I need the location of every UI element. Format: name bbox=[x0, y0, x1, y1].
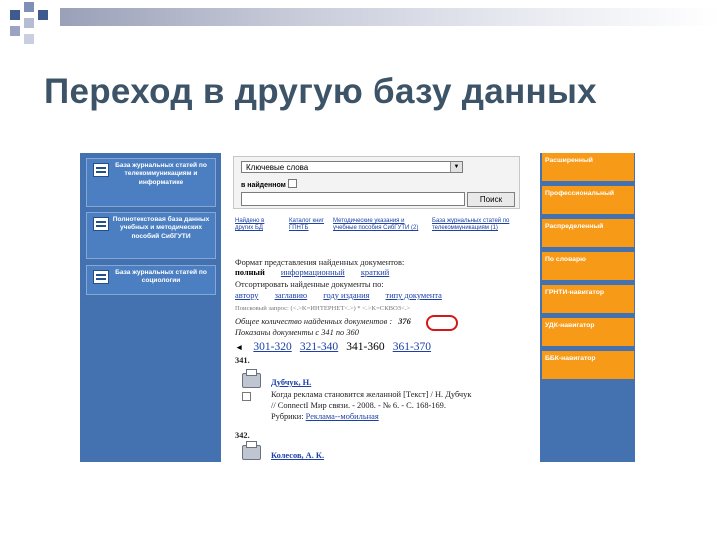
total-label: Общее количество найденных документов : bbox=[235, 317, 393, 326]
format-options: полный информационный краткий bbox=[235, 268, 389, 277]
mode-distributed-button[interactable]: Распределенный bbox=[542, 219, 634, 247]
link-found-in-other-db[interactable]: Найдено в других БД bbox=[235, 218, 279, 232]
printer-icon[interactable] bbox=[242, 369, 261, 388]
library-search-screenshot: База журнальных статей по телекоммуникац… bbox=[80, 153, 642, 462]
database-icon bbox=[93, 217, 109, 231]
slide-title: Переход в другую базу данных bbox=[44, 72, 597, 111]
format-informational[interactable]: информационный bbox=[281, 268, 345, 277]
page-link[interactable]: 321-340 bbox=[300, 341, 338, 353]
link-telecom-articles[interactable]: База журнальных статей по телекоммуникац… bbox=[432, 218, 516, 232]
header-gradient-bar bbox=[60, 8, 720, 26]
db-item-label: Полнотекстовая база данных учебных и мет… bbox=[112, 216, 210, 240]
page-current: 341-360 bbox=[346, 341, 385, 353]
database-list-panel: База журнальных статей по телекоммуникац… bbox=[80, 153, 221, 462]
format-short[interactable]: краткий bbox=[361, 268, 389, 277]
db-item-telecom[interactable]: База журнальных статей по телекоммуникац… bbox=[86, 158, 216, 207]
record-author[interactable]: Колесов, А. К. bbox=[271, 451, 324, 460]
pagination: ◄ 301-320 321-340 341-360 361-370 bbox=[235, 341, 431, 353]
decor-square bbox=[24, 34, 34, 44]
db-item-label: База журнальных статей по социологии bbox=[115, 269, 207, 285]
search-field-select[interactable]: Ключевые слова ▼ bbox=[241, 161, 463, 173]
udc-navigator-button[interactable]: УДК-навигатор bbox=[542, 318, 634, 346]
db-item-methodical[interactable]: Полнотекстовая база данных учебных и мет… bbox=[86, 212, 216, 259]
decor-square bbox=[10, 26, 20, 36]
record-title: Когда реклама становится желанной [Текст… bbox=[271, 390, 472, 399]
link-gpntb-catalog[interactable]: Каталог книг ГПНТБ bbox=[289, 218, 327, 232]
sort-by-year[interactable]: году издания bbox=[323, 291, 369, 300]
search-query-line: Поисковый запрос: (<.>K=ИНТЕРНЕТ<.>) * <… bbox=[235, 305, 411, 312]
record-number: 342. bbox=[235, 431, 250, 440]
in-found-label: в найденном bbox=[241, 182, 286, 189]
bbk-navigator-button[interactable]: ББК-навигатор bbox=[542, 351, 634, 379]
search-field-select-value: Ключевые слова bbox=[246, 163, 309, 172]
format-full[interactable]: полный bbox=[235, 268, 265, 277]
highlight-circle bbox=[426, 315, 458, 331]
record-select-checkbox[interactable] bbox=[242, 392, 251, 401]
record-number: 341. bbox=[235, 356, 250, 365]
db-item-sociology[interactable]: База журнальных статей по социологии bbox=[86, 265, 216, 295]
chevron-down-icon[interactable]: ▼ bbox=[450, 162, 462, 172]
sort-by-title[interactable]: заглавию bbox=[275, 291, 308, 300]
decor-square bbox=[38, 10, 48, 20]
search-input[interactable] bbox=[241, 192, 465, 206]
other-databases-links: Найдено в других БД Каталог книг ГПНТБ М… bbox=[233, 218, 520, 244]
search-form: Ключевые слова ▼ в найденном Поиск bbox=[233, 156, 520, 209]
page-link[interactable]: 301-320 bbox=[253, 341, 291, 353]
total-count-line: Общее количество найденных документов : … bbox=[235, 317, 411, 326]
decor-square bbox=[24, 18, 34, 28]
in-found-option: в найденном bbox=[241, 179, 297, 189]
db-item-label: База журнальных статей по телекоммуникац… bbox=[115, 162, 207, 186]
rubric-label: Рубрики: bbox=[271, 412, 304, 421]
sort-options: автору заглавию году издания типу докуме… bbox=[235, 291, 442, 300]
mode-dictionary-button[interactable]: По словарю bbox=[542, 252, 634, 280]
grnti-navigator-button[interactable]: ГРНТИ-навигатор bbox=[542, 285, 634, 313]
mode-professional-button[interactable]: Профессиональный bbox=[542, 186, 634, 214]
record-source: // ConnectI Мир связи. - 2008. - № 6. - … bbox=[271, 401, 446, 410]
sort-by-author[interactable]: автору bbox=[235, 291, 258, 300]
record-rubrics: Рубрики: Реклама--мобильная bbox=[271, 412, 379, 421]
total-count: 376 bbox=[398, 317, 411, 326]
database-icon bbox=[93, 163, 109, 177]
page-link[interactable]: 361-370 bbox=[393, 341, 431, 353]
main-content: Ключевые слова ▼ в найденном Поиск Найде… bbox=[233, 153, 520, 462]
sort-by-doctype[interactable]: типу документа bbox=[386, 291, 442, 300]
decor-square bbox=[10, 10, 20, 20]
record-author[interactable]: Дубчук, Н. bbox=[271, 378, 311, 387]
shown-range: Показаны документы с 341 по 360 bbox=[235, 328, 359, 337]
prev-page-icon[interactable]: ◄ bbox=[235, 343, 243, 352]
link-sibguti-methodical[interactable]: Методические указания и учебные пособия … bbox=[333, 218, 427, 232]
in-found-checkbox[interactable] bbox=[287, 179, 297, 188]
rubric-link[interactable]: Реклама--мобильная bbox=[306, 412, 379, 421]
search-button[interactable]: Поиск bbox=[467, 192, 515, 207]
decor-square bbox=[24, 2, 34, 12]
database-icon bbox=[93, 270, 109, 284]
sort-label: Отсортировать найденные документы по: bbox=[235, 280, 384, 289]
mode-extended-button[interactable]: Расширенный bbox=[542, 153, 634, 181]
printer-icon[interactable] bbox=[242, 441, 261, 460]
format-label: Формат представления найденных документо… bbox=[235, 258, 405, 267]
search-modes-panel: Расширенный Профессиональный Распределен… bbox=[540, 153, 635, 462]
